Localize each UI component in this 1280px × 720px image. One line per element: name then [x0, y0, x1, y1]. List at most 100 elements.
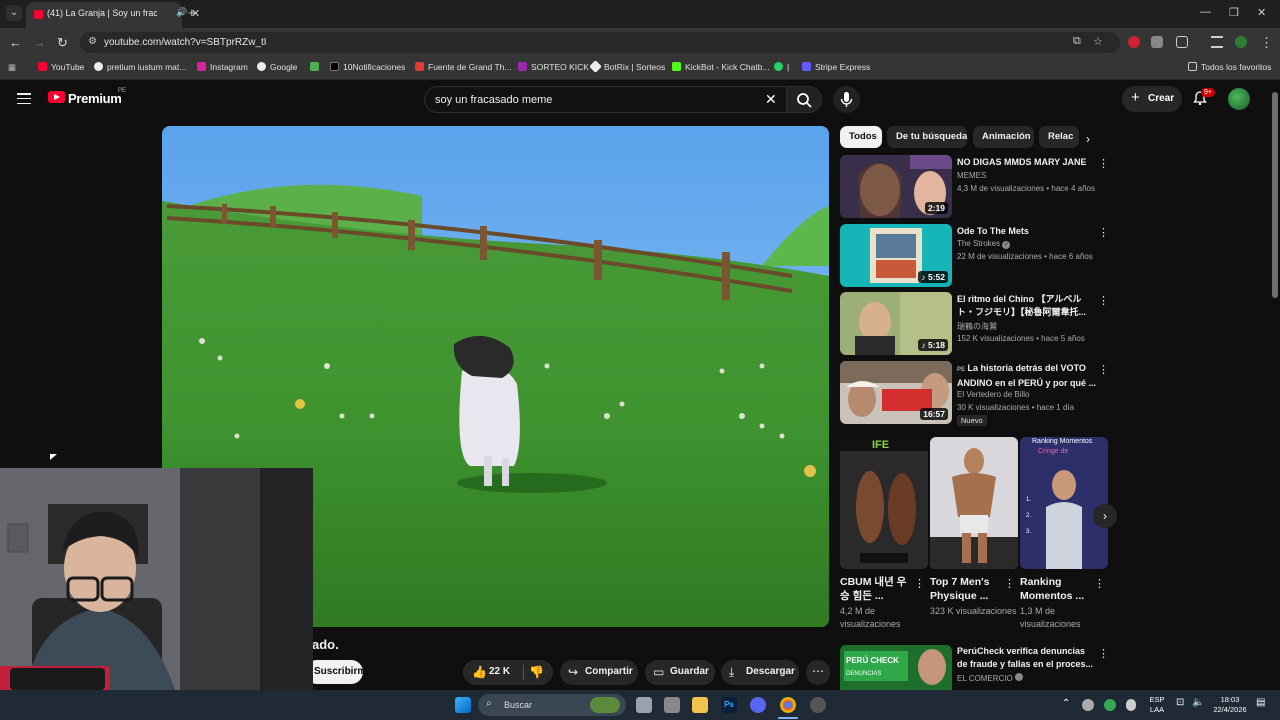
new-tab-icon[interactable]: +	[188, 5, 196, 20]
search-input[interactable]: soy un fracasado meme ✕	[424, 86, 788, 113]
url-text: youtube.com/watch?v=SBTprRZw_tI	[104, 37, 267, 48]
chip-related[interactable]: Relac	[1039, 126, 1079, 148]
clear-search-icon[interactable]: ✕	[765, 91, 777, 108]
clock[interactable]: 18:03 22/4/2026	[1210, 695, 1250, 715]
active-tab[interactable]: (41) La Granja | Soy un frac 🔊 ✕	[26, 2, 200, 28]
more-vertical-icon[interactable]: ⋮	[914, 577, 925, 590]
reading-list-icon[interactable]	[1211, 36, 1223, 48]
bookmark-star-icon[interactable]: ☆	[1093, 35, 1103, 48]
channel-name[interactable]: The Strokes ✓	[957, 239, 1011, 249]
omnibox[interactable]: ⚙ youtube.com/watch?v=SBTprRZw_tI ⧉ ☆	[80, 32, 1120, 53]
site-info-icon[interactable]: ⚙	[88, 36, 97, 47]
voice-search-button[interactable]	[833, 86, 860, 113]
more-vertical-icon[interactable]: ⋮	[1094, 577, 1105, 590]
extension-icon[interactable]	[1128, 36, 1140, 48]
minimize-icon[interactable]: —	[1200, 6, 1211, 18]
folder-icon	[1188, 62, 1197, 71]
chevron-up-icon[interactable]: ⌃	[1062, 698, 1070, 709]
scrollbar-thumb[interactable]	[1272, 92, 1278, 298]
network-icon[interactable]: ⊡	[1176, 697, 1184, 708]
task-view-icon[interactable]	[636, 697, 652, 713]
channel-name[interactable]: El Vertedero de Billo	[957, 390, 1030, 399]
app-icon[interactable]	[664, 697, 680, 713]
bookmark-item[interactable]: Google	[257, 62, 297, 72]
account-avatar[interactable]	[1228, 88, 1250, 110]
share-button[interactable]: ↪ Compartir	[560, 660, 638, 685]
more-vertical-icon[interactable]: ⋮	[1098, 226, 1109, 239]
youtube-logo-icon[interactable]	[48, 91, 65, 103]
search-highlight-icon	[590, 697, 620, 713]
all-bookmarks-folder[interactable]: Todos los favoritos	[1188, 62, 1271, 72]
related-video-item[interactable]: 2:19 NO DIGAS MMDS MARY JANE MEMES 4,3 M…	[840, 155, 1110, 219]
more-actions-button[interactable]: ⋯	[806, 660, 830, 685]
profile-avatar-icon[interactable]	[1235, 36, 1247, 48]
restore-icon[interactable]: ❐	[1229, 6, 1239, 19]
google-icon	[257, 62, 266, 71]
input-language[interactable]: ESP LAA	[1145, 695, 1169, 715]
bookmark-item[interactable]: Instagram	[197, 62, 248, 72]
file-explorer-icon[interactable]	[692, 697, 708, 713]
notification-center-icon[interactable]: ▤	[1256, 697, 1265, 708]
bookmark-item[interactable]: YouTube	[38, 62, 84, 72]
channel-name[interactable]: EL COMERCIO	[957, 673, 1023, 683]
cast-icon[interactable]: ⧉	[1073, 35, 1081, 48]
video-meta: 4,3 M de visualizaciones • hace 4 años	[957, 184, 1095, 193]
discord-icon[interactable]	[750, 697, 766, 713]
channel-name[interactable]: MEMES	[957, 171, 986, 180]
like-count[interactable]: 22 K	[489, 666, 510, 677]
app-icon[interactable]	[810, 697, 826, 713]
like-dislike-group: 👍 22 K 👎	[463, 660, 553, 685]
chip-from-search[interactable]: De tu búsqueda	[887, 126, 967, 148]
tray-icon[interactable]	[1082, 699, 1094, 711]
related-video-item[interactable]: ♪ 5:52 Ode To The Mets The Strokes ✓ 22 …	[840, 224, 1110, 288]
like-icon[interactable]: 👍	[472, 665, 487, 679]
extension-icon[interactable]	[1151, 36, 1163, 48]
more-vertical-icon[interactable]: ⋮	[1098, 157, 1109, 170]
bookmark-item[interactable]: |	[774, 62, 789, 72]
chrome-icon[interactable]	[780, 697, 796, 713]
windows-start-icon[interactable]	[455, 697, 471, 713]
bookmark-item[interactable]: SORTEO KICK	[518, 62, 589, 72]
tray-icon[interactable]	[1104, 699, 1116, 711]
forward-icon[interactable]: →	[33, 35, 46, 50]
chip-all[interactable]: Todos	[840, 126, 882, 148]
audio-playing-icon[interactable]: 🔊	[176, 7, 187, 18]
tab-search-chevron-icon[interactable]: ⌄	[6, 5, 22, 21]
related-video-item[interactable]: ♪ 5:18 El ritmo del Chino 【アルベルト・フジモリ】【秘…	[840, 292, 1110, 356]
chevron-right-icon[interactable]: ›	[1086, 132, 1090, 146]
shorts-next-chevron-icon[interactable]: ›	[1093, 504, 1117, 528]
hamburger-menu-icon[interactable]	[17, 93, 31, 105]
bookmark-item[interactable]: BotRix | Sorteos	[589, 60, 665, 73]
bookmark-item[interactable]	[310, 62, 323, 72]
chip-animation[interactable]: Animación	[973, 126, 1034, 148]
close-window-icon[interactable]: ✕	[1257, 6, 1266, 19]
download-button[interactable]: ⤓ Descargar	[721, 660, 799, 685]
browser-menu-icon[interactable]: ⋮	[1260, 35, 1273, 51]
subscribe-button[interactable]: Suscribirme	[305, 660, 372, 684]
reload-icon[interactable]: ↻	[57, 35, 68, 51]
search-button[interactable]	[786, 86, 822, 113]
bookmark-item[interactable]: KickBot - Kick Chatb...	[672, 62, 770, 72]
create-button[interactable]: + Crear	[1122, 86, 1182, 112]
channel-name[interactable]: 瑞鶴の海鷲	[957, 321, 997, 332]
taskbar-search[interactable]: ⌕ Buscar	[478, 694, 626, 716]
related-video-item[interactable]: 16:57 PE La historia detrás del VOTO AND…	[840, 361, 1110, 426]
bookmark-item[interactable]: Fuente de Grand Th...	[415, 62, 511, 72]
back-icon[interactable]: ←	[9, 35, 22, 50]
more-vertical-icon[interactable]: ⋮	[1098, 363, 1109, 376]
volume-icon[interactable]: 🔈	[1192, 697, 1204, 708]
dislike-icon[interactable]: 👎	[529, 665, 544, 679]
bookmark-item[interactable]: Stripe Express	[802, 62, 870, 72]
more-vertical-icon[interactable]: ⋮	[1098, 647, 1109, 660]
more-vertical-icon[interactable]: ⋮	[1098, 294, 1109, 307]
bookmark-item[interactable]: pretium iustum mat...	[94, 62, 186, 72]
photoshop-icon[interactable]: Ps	[721, 697, 737, 713]
more-vertical-icon[interactable]: ⋮	[1004, 577, 1015, 590]
bookmark-item[interactable]: 10Notificaciones	[330, 62, 405, 72]
related-video-item[interactable]: PERÚ CHECK DENUNCIAS PerúCheck verifica d…	[840, 645, 1110, 690]
apps-grid-icon[interactable]: ▦	[8, 62, 16, 73]
save-button[interactable]: ▭ Guardar	[645, 660, 715, 685]
extensions-puzzle-icon[interactable]	[1176, 36, 1188, 48]
youtube-premium-logo[interactable]: Premium	[68, 91, 122, 106]
microphone-icon[interactable]	[1126, 699, 1136, 711]
